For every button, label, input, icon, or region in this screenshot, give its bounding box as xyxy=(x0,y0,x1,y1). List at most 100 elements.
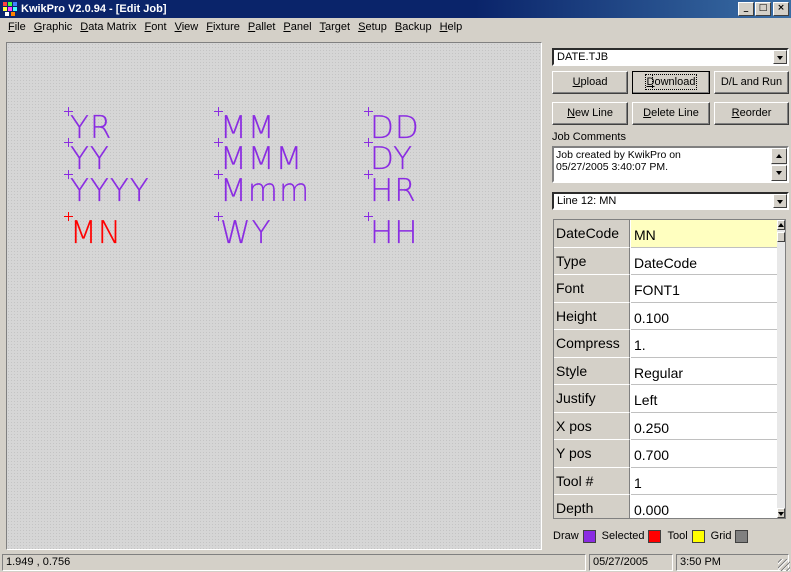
canvas-field-hh[interactable]: HH xyxy=(364,212,419,251)
property-row[interactable]: Type DateCode xyxy=(554,247,779,275)
menu-bar: File Graphic Data Matrix Font View Fixtu… xyxy=(0,18,791,37)
property-value[interactable]: 0.250 xyxy=(631,413,779,440)
property-row[interactable]: Depth 0.000 xyxy=(554,495,779,518)
canvas-field-mmm[interactable]: MMM xyxy=(214,138,303,175)
canvas-field-yyyy[interactable]: YYYY xyxy=(64,170,150,209)
scroll-down-icon[interactable] xyxy=(771,165,787,181)
draw-color-swatch[interactable] xyxy=(582,529,596,543)
delete-line-button[interactable]: Delete Line xyxy=(632,102,710,125)
scroll-up-icon[interactable] xyxy=(771,148,787,164)
chevron-down-icon[interactable] xyxy=(773,50,787,64)
menu-label: ile xyxy=(14,21,26,33)
comments-scrollbar[interactable] xyxy=(771,148,787,181)
canvas-field-dy[interactable]: DY xyxy=(364,138,413,175)
close-button[interactable]: × xyxy=(773,2,789,16)
menu-graphic[interactable]: Graphic xyxy=(30,19,77,36)
selected-color-swatch[interactable] xyxy=(648,529,662,543)
property-row[interactable]: Compress 1. xyxy=(554,330,779,358)
scroll-up-icon[interactable] xyxy=(777,220,785,230)
property-value[interactable]: Regular xyxy=(631,358,779,385)
property-row[interactable]: X pos 0.250 xyxy=(554,412,779,440)
canvas-field-hr[interactable]: HR xyxy=(364,170,417,207)
canvas-field-mmm-lower[interactable]: Mmm xyxy=(214,170,310,207)
menu-accel: V xyxy=(174,21,182,33)
job-comments-text: Job created by KwikPro on 05/27/2005 3:4… xyxy=(556,149,681,173)
property-row[interactable]: Style Regular xyxy=(554,357,779,385)
job-file-select[interactable]: DATE.TJB xyxy=(552,48,789,66)
menu-font[interactable]: Font xyxy=(141,19,171,36)
property-value[interactable]: 0.000 xyxy=(631,495,779,518)
origin-marker xyxy=(64,107,73,116)
job-canvas[interactable]: YR YY YYYY MN MM MMM Mmm WY DD DY HR HH xyxy=(6,42,542,550)
chevron-down-icon[interactable] xyxy=(773,194,787,208)
line-select[interactable]: Line 12: MN xyxy=(552,192,789,210)
menu-data-matrix[interactable]: Data Matrix xyxy=(76,19,140,36)
property-value[interactable]: 1 xyxy=(631,468,779,495)
origin-marker xyxy=(364,107,373,116)
property-row[interactable]: Font FONT1 xyxy=(554,275,779,303)
menu-view[interactable]: View xyxy=(171,19,203,36)
origin-marker xyxy=(214,212,223,221)
scroll-down-icon[interactable] xyxy=(777,508,785,518)
canvas-field-text: HH xyxy=(370,215,419,251)
property-row[interactable]: Justify Left xyxy=(554,385,779,413)
origin-marker xyxy=(214,170,223,179)
maximize-button[interactable]: □ xyxy=(755,2,771,16)
scroll-thumb[interactable] xyxy=(777,232,785,242)
property-value[interactable]: 0.700 xyxy=(631,440,779,468)
menu-help[interactable]: Help xyxy=(436,19,467,36)
menu-backup[interactable]: Backup xyxy=(391,19,436,36)
reorder-button[interactable]: Reorder xyxy=(714,102,789,125)
canvas-field-yy[interactable]: YY xyxy=(64,138,110,175)
window-controls: _ □ × xyxy=(737,2,789,16)
menu-fixture[interactable]: Fixture xyxy=(202,19,244,36)
cursor-coordinates: 1.949 , 0.756 xyxy=(2,554,586,571)
property-name: Justify xyxy=(554,385,630,413)
menu-setup[interactable]: Setup xyxy=(354,19,391,36)
grid-color-swatch[interactable] xyxy=(735,529,749,543)
property-name: Tool # xyxy=(554,467,630,495)
property-name: DateCode xyxy=(554,220,630,248)
upload-button[interactable]: Upload xyxy=(552,71,628,94)
menu-panel[interactable]: Panel xyxy=(279,19,315,36)
property-value[interactable]: DateCode xyxy=(631,248,779,275)
canvas-field-mm[interactable]: MM xyxy=(214,107,276,144)
canvas-field-wy[interactable]: WY xyxy=(214,212,272,249)
menu-label: iew xyxy=(181,21,199,33)
property-value[interactable]: Left xyxy=(631,385,779,413)
new-line-button[interactable]: New Line xyxy=(552,102,628,125)
origin-marker xyxy=(364,212,373,221)
canvas-field-text: YYYY xyxy=(70,173,150,209)
origin-marker xyxy=(64,138,73,147)
property-value[interactable]: 0.100 xyxy=(631,303,779,330)
canvas-field-dd[interactable]: DD xyxy=(364,107,420,144)
menu-label: etup xyxy=(365,21,387,33)
job-panel: DATE.TJB Upload Download D/L and Run New… xyxy=(548,42,791,550)
job-comments-field[interactable]: Job created by KwikPro on 05/27/2005 3:4… xyxy=(552,146,789,183)
minimize-button[interactable]: _ xyxy=(738,2,754,16)
panel-splitter[interactable] xyxy=(543,42,547,550)
tool-color-swatch[interactable] xyxy=(691,529,705,543)
property-row[interactable]: Y pos 0.700 xyxy=(554,440,779,468)
button-accel: D xyxy=(643,107,652,119)
canvas-field-yr[interactable]: YR xyxy=(64,107,112,144)
property-value[interactable]: FONT1 xyxy=(631,275,779,303)
status-date: 05/27/2005 xyxy=(589,554,673,571)
property-value[interactable]: MN xyxy=(631,220,779,248)
property-row[interactable]: Tool #1 xyxy=(554,467,779,495)
legend-grid-label: Grid xyxy=(710,530,732,542)
property-scrollbar[interactable] xyxy=(777,220,785,518)
download-button[interactable]: Download xyxy=(632,71,710,94)
app-icon[interactable] xyxy=(3,2,17,16)
menu-pallet[interactable]: Pallet xyxy=(244,19,280,36)
property-row[interactable]: DateCode MN xyxy=(554,220,779,248)
dl-and-run-button[interactable]: D/L and Run xyxy=(714,71,789,94)
menu-target[interactable]: Target xyxy=(316,19,355,36)
line-select-value: Line 12: MN xyxy=(557,195,617,207)
canvas-field-mn[interactable]: MN xyxy=(64,212,122,249)
property-row[interactable]: Height 0.100 xyxy=(554,302,779,330)
resize-grip-icon[interactable] xyxy=(778,559,790,571)
menu-file[interactable]: File xyxy=(4,19,30,36)
property-value[interactable]: 1. xyxy=(631,330,779,358)
menu-label: anel xyxy=(290,21,312,33)
